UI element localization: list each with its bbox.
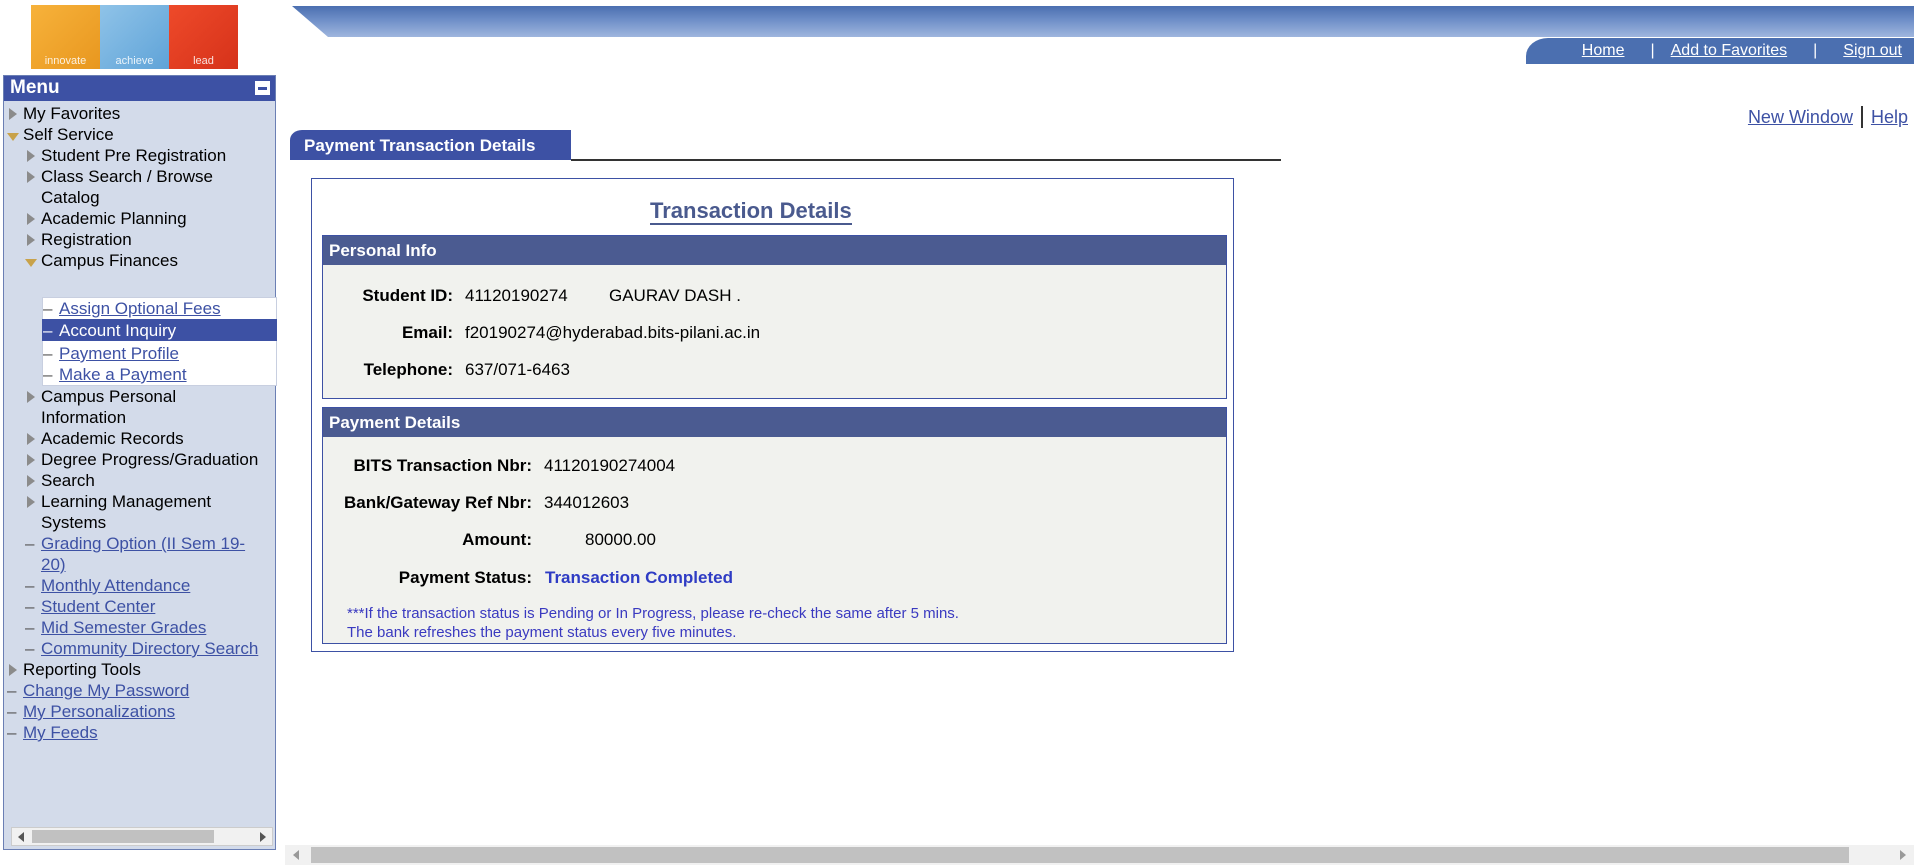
menu-title: Menu <box>10 77 60 98</box>
scrollbar-thumb[interactable] <box>32 830 214 843</box>
tab-payment-transaction-details[interactable]: Payment Transaction Details <box>290 130 571 160</box>
menu-item-campus-finances[interactable]: Campus Finances <box>25 250 178 271</box>
field-label: Bank/Gateway Ref Nbr: <box>344 493 532 512</box>
new-window-link[interactable]: New Window <box>1748 107 1853 128</box>
menu-item-change-password[interactable]: – Change My Password <box>7 680 189 701</box>
personal-info-section: Personal Info Student ID: 41120190274 GA… <box>322 235 1227 399</box>
expand-arrow-icon <box>27 475 35 487</box>
menu-item-degree-progress[interactable]: Degree Progress/Graduation <box>25 449 258 470</box>
site-logo: innovate achieve lead <box>31 5 238 69</box>
menu-item-self-service[interactable]: Self Service <box>7 124 114 145</box>
menu-item-campus-personal-info-line2[interactable]: Information <box>41 407 126 428</box>
header-nav: Home | Add to Favorites | Sign out <box>1526 38 1914 64</box>
header-band <box>292 6 1914 37</box>
menu-item-student-pre-registration[interactable]: Student Pre Registration <box>25 145 226 166</box>
status-note: ***If the transaction status is Pending … <box>347 605 959 641</box>
expand-arrow-icon <box>27 150 35 162</box>
menu-item-mid-semester-grades[interactable]: – Mid Semester Grades <box>25 617 206 638</box>
tab-underline <box>571 159 1281 161</box>
student-name-value: GAURAV DASH . <box>609 286 741 305</box>
menu-item-academic-records[interactable]: Academic Records <box>25 428 184 449</box>
menu-item-campus-personal-info[interactable]: Campus Personal <box>25 386 176 407</box>
payment-details-section: Payment Details BITS Transaction Nbr: 41… <box>322 407 1227 644</box>
menu-item-my-favorites[interactable]: My Favorites <box>7 103 120 124</box>
field-label: Telephone: <box>363 360 453 379</box>
scroll-right-icon[interactable] <box>260 832 266 842</box>
menu-item-learning-management-line2[interactable]: Systems <box>41 512 106 533</box>
menu-item-community-directory-search[interactable]: – Community Directory Search <box>25 638 258 659</box>
menu-item-monthly-attendance[interactable]: – Monthly Attendance <box>25 575 190 596</box>
menu-item-class-search[interactable]: Class Search / Browse <box>25 166 213 187</box>
scroll-left-icon[interactable] <box>293 850 299 860</box>
collapse-arrow-icon <box>7 133 19 141</box>
panel-title: Transaction Details <box>650 198 852 225</box>
link-divider <box>1860 106 1863 128</box>
expand-arrow-icon <box>27 433 35 445</box>
field-label: Email: <box>401 323 453 342</box>
sign-out-link[interactable]: Sign out <box>1843 42 1902 60</box>
add-to-favorites-link[interactable]: Add to Favorites <box>1671 42 1788 60</box>
expand-arrow-icon <box>27 234 35 246</box>
help-link[interactable]: Help <box>1871 107 1908 128</box>
menu-item-assign-optional-fees[interactable]: – Assign Optional Fees <box>43 298 221 319</box>
expand-arrow-icon <box>27 496 35 508</box>
amount-value: 80000.00 <box>585 530 656 549</box>
menu-item-account-inquiry[interactable]: – Account Inquiry <box>43 320 176 341</box>
menu-item-make-a-payment[interactable]: – Make a Payment <box>43 364 187 385</box>
transaction-details-panel: Transaction Details Personal Info Studen… <box>311 178 1234 652</box>
field-label: Student ID: <box>362 286 453 305</box>
header-separator: | <box>1650 42 1655 59</box>
bits-transaction-value: 41120190274004 <box>544 456 676 475</box>
page-links: New Window Help <box>1748 106 1908 128</box>
minus-icon <box>258 86 267 90</box>
field-label: Payment Status: <box>398 568 532 587</box>
menu-item-student-center[interactable]: – Student Center <box>25 596 155 617</box>
menu-header: Menu <box>4 76 275 101</box>
menu-item-grading-option[interactable]: – Grading Option (II Sem 19- <box>25 533 245 554</box>
collapse-menu-button[interactable] <box>254 80 271 96</box>
navigation-menu: Menu My Favorites Self Service Student P… <box>3 75 277 850</box>
expand-arrow-icon <box>27 391 35 403</box>
student-id-value: 41120190274 <box>465 286 568 305</box>
field-label: Amount: <box>462 530 532 549</box>
collapse-arrow-icon <box>25 259 37 267</box>
expand-arrow-icon <box>27 171 35 183</box>
section-header: Payment Details <box>323 408 1226 437</box>
scrollbar-thumb[interactable] <box>311 847 1849 863</box>
logo-segment-lead: lead <box>169 5 238 69</box>
expand-arrow-icon <box>9 664 17 676</box>
email-value: f20190274@hyderabad.bits-pilani.ac.in <box>465 323 761 342</box>
menu-item-my-feeds[interactable]: – My Feeds <box>7 722 98 743</box>
menu-item-search[interactable]: Search <box>25 470 95 491</box>
expand-arrow-icon <box>27 213 35 225</box>
home-link[interactable]: Home <box>1582 42 1625 60</box>
menu-item-learning-management[interactable]: Learning Management <box>25 491 211 512</box>
scroll-left-icon[interactable] <box>18 832 24 842</box>
menu-item-reporting-tools[interactable]: Reporting Tools <box>7 659 141 680</box>
expand-arrow-icon <box>27 454 35 466</box>
menu-item-payment-profile[interactable]: – Payment Profile <box>43 343 179 364</box>
expand-arrow-icon <box>9 108 17 120</box>
logo-segment-achieve: achieve <box>100 5 169 69</box>
scroll-right-icon[interactable] <box>1900 850 1906 860</box>
menu-item-my-personalizations[interactable]: – My Personalizations <box>7 701 175 722</box>
telephone-value: 637/071-6463 <box>465 360 570 379</box>
menu-item-class-search-line2[interactable]: Catalog <box>41 187 100 208</box>
menu-horizontal-scrollbar[interactable] <box>11 827 273 846</box>
payment-status-value: Transaction Completed <box>545 568 733 587</box>
menu-item-grading-option-line2[interactable]: 20) <box>41 554 66 575</box>
header-separator: | <box>1813 42 1818 59</box>
menu-item-registration[interactable]: Registration <box>25 229 132 250</box>
logo-segment-innovate: innovate <box>31 5 100 69</box>
section-header: Personal Info <box>323 236 1226 265</box>
bank-ref-value: 344012603 <box>544 493 630 512</box>
field-label: BITS Transaction Nbr: <box>353 456 532 475</box>
menu-item-academic-planning[interactable]: Academic Planning <box>25 208 187 229</box>
page-horizontal-scrollbar[interactable] <box>285 845 1914 865</box>
